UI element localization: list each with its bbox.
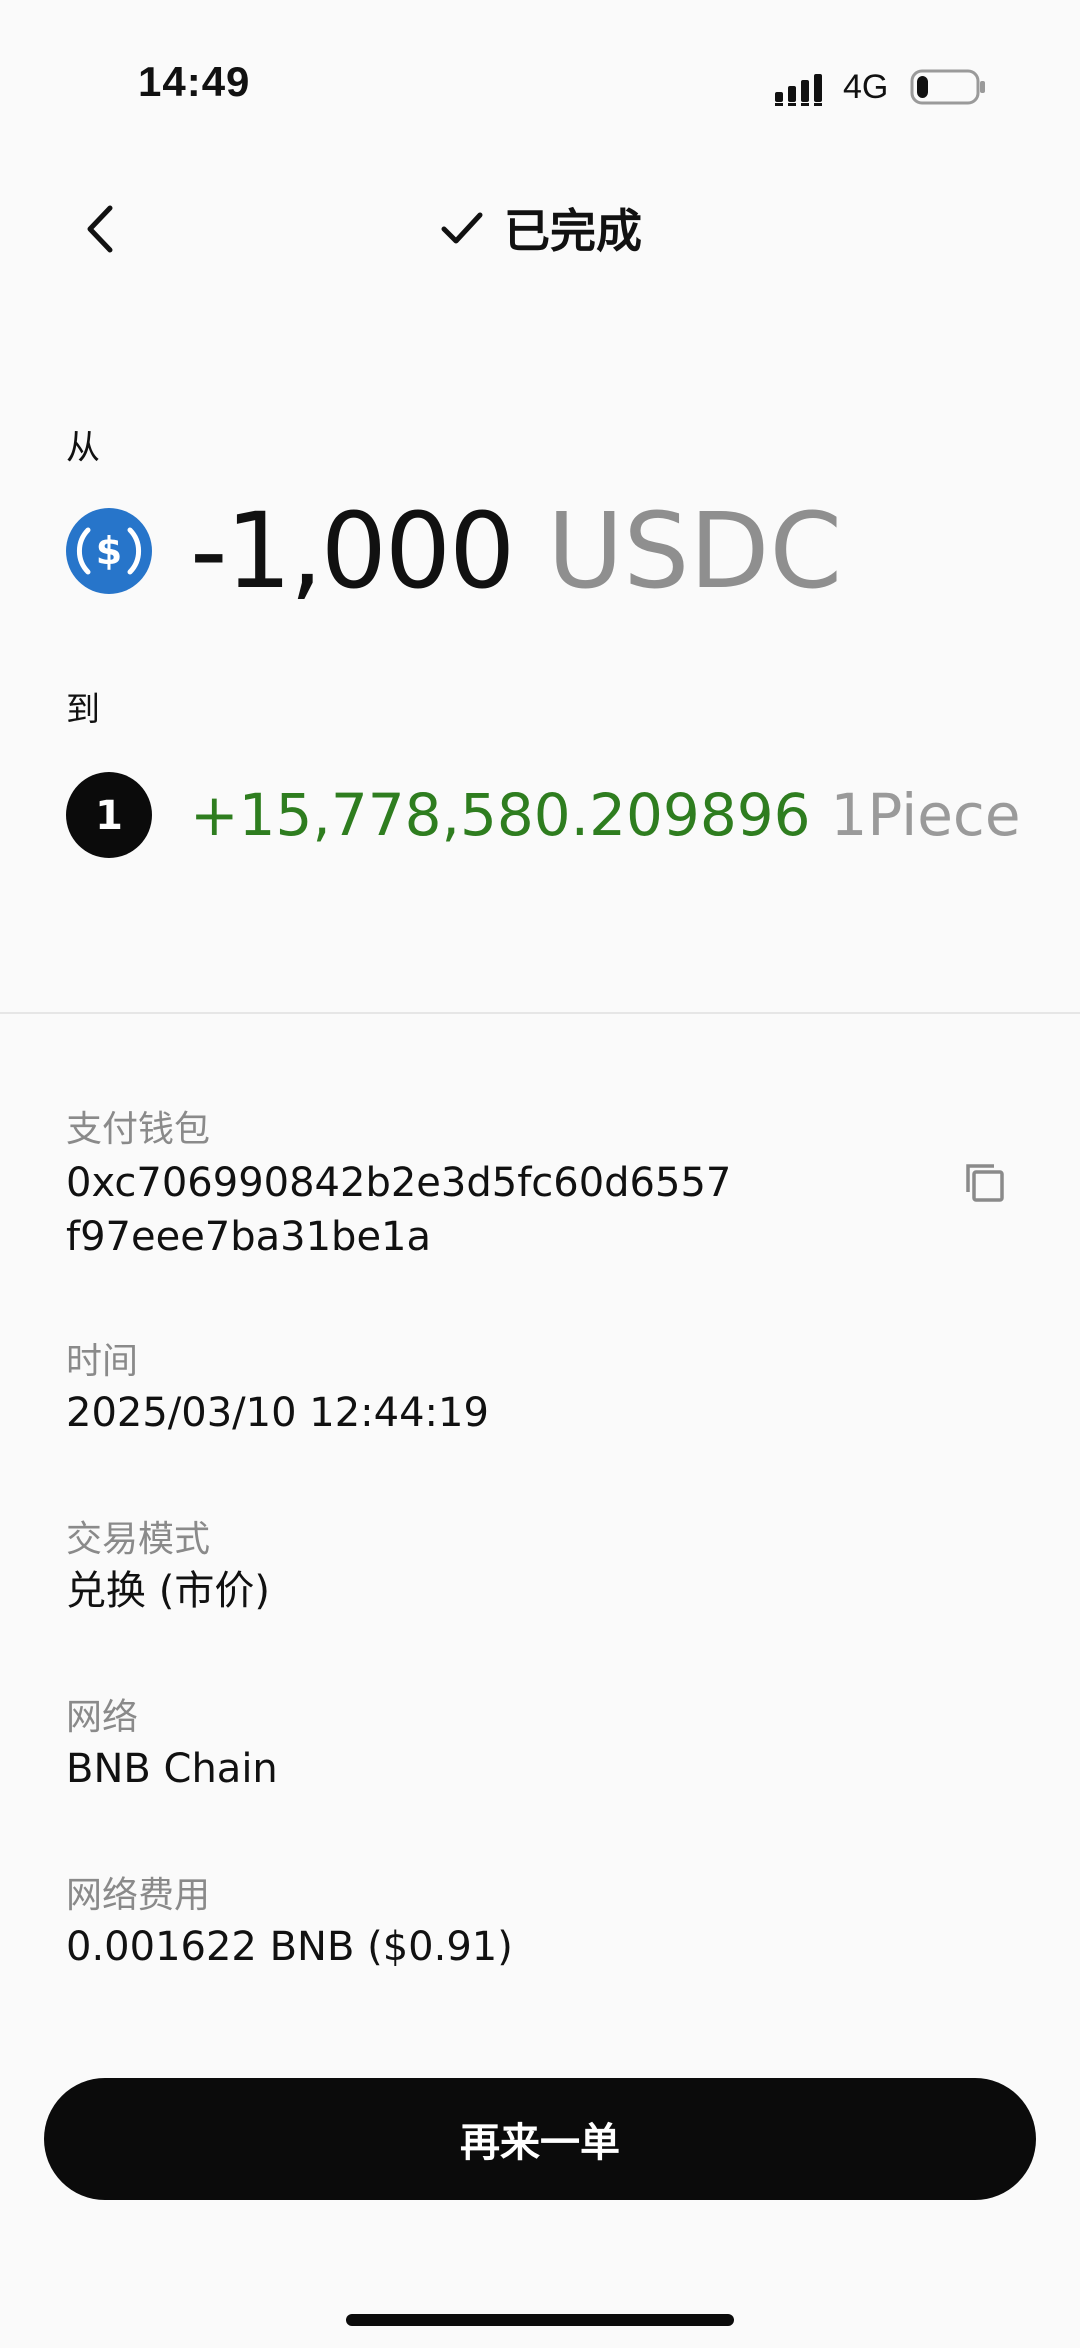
usdc-token-icon: $ — [66, 508, 152, 594]
network-label: 网络 — [66, 1697, 139, 1738]
wallet-label: 支付钱包 — [66, 1109, 211, 1150]
wallet-address: 0xc706990842b2e3d5fc60d6557 f97eee7ba31b… — [66, 1156, 946, 1264]
repeat-order-button[interactable]: 再来一单 — [44, 2078, 1036, 2200]
fee-value: 0.001622 BNB ($0.91) — [66, 1924, 513, 1970]
time-label: 时间 — [66, 1341, 139, 1382]
network-value: BNB Chain — [66, 1746, 278, 1792]
from-symbol: USDC — [547, 490, 843, 612]
wallet-address-line-1: 0xc706990842b2e3d5fc60d6557 — [66, 1160, 732, 1206]
to-token-row: 1 +15,778,580.209896 1Piece — [66, 760, 1021, 870]
copy-icon — [966, 1164, 1004, 1202]
network-type: 4G — [843, 68, 889, 106]
to-symbol: 1Piece — [830, 781, 1021, 849]
to-amount: +15,778,580.209896 — [190, 781, 811, 849]
svg-text:$: $ — [96, 529, 122, 573]
transaction-detail-screen: 14:49 4G 已完成 从 $ -1,000 USDC 到 1 +15,778… — [0, 0, 1080, 2348]
status-time: 14:49 — [138, 58, 251, 105]
page-title: 已完成 — [504, 204, 642, 258]
repeat-order-label: 再来一单 — [460, 2120, 620, 2166]
from-token-row: $ -1,000 USDC — [66, 490, 842, 612]
time-value: 2025/03/10 12:44:19 — [66, 1390, 489, 1436]
onepiece-token-icon: 1 — [66, 772, 152, 858]
to-label: 到 — [66, 690, 100, 730]
copy-button[interactable] — [960, 1158, 1008, 1206]
fee-label: 网络费用 — [66, 1875, 211, 1916]
home-indicator[interactable] — [346, 2314, 734, 2326]
section-divider — [0, 1012, 1080, 1014]
from-amount: -1,000 — [190, 490, 515, 612]
check-icon — [441, 212, 483, 244]
signal-icon — [775, 74, 822, 106]
page-header: 已完成 — [0, 196, 1080, 260]
mode-value: 兑换 (市价) — [66, 1568, 270, 1614]
mode-label: 交易模式 — [66, 1519, 211, 1560]
from-label: 从 — [66, 428, 100, 468]
wallet-address-line-2: f97eee7ba31be1a — [66, 1214, 432, 1260]
svg-text:1: 1 — [95, 793, 123, 839]
status-bar: 14:49 4G — [0, 0, 1080, 120]
battery-icon — [910, 69, 985, 105]
